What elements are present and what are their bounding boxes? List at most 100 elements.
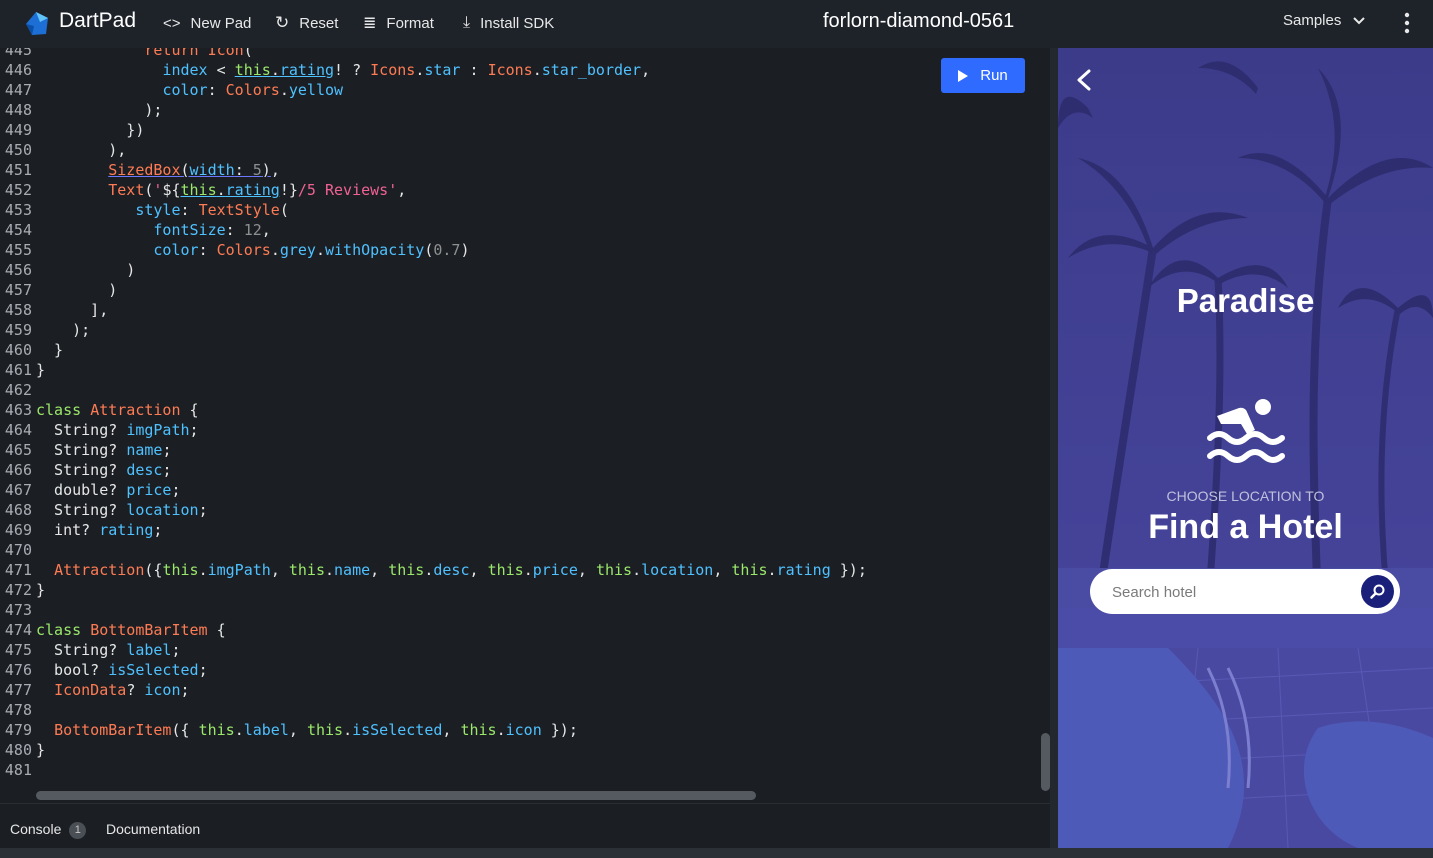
console-count-badge: 1 [69, 821, 87, 839]
code-text: Text('${this.rating!}/5 Reviews', [108, 181, 407, 199]
more-vert-icon[interactable] [1400, 10, 1414, 36]
code-line[interactable]: 481 [0, 760, 1040, 780]
line-number: 463 [4, 401, 32, 419]
code-line[interactable]: 468 String? location; [0, 500, 1040, 520]
line-number: 449 [4, 121, 32, 139]
code-line[interactable]: 449 }) [0, 120, 1040, 140]
code-text: return Icon( [144, 48, 253, 59]
line-number: 458 [4, 301, 32, 319]
documentation-tab[interactable]: Documentation [106, 821, 200, 837]
search-button[interactable] [1361, 575, 1394, 608]
subtitle: CHOOSE LOCATION TO [1166, 488, 1325, 504]
code-line[interactable]: 463 class Attraction { [0, 400, 1040, 420]
run-button[interactable]: Run [941, 58, 1025, 93]
code-line[interactable]: 470 [0, 540, 1040, 560]
line-number: 452 [4, 181, 32, 199]
code-line[interactable]: 456 ) [0, 260, 1040, 280]
code-line[interactable]: 450 ), [0, 140, 1040, 160]
code-line[interactable]: 455 color: Colors.grey.withOpacity(0.7) [0, 240, 1040, 260]
code-text: fontSize: 12, [153, 221, 271, 239]
code-line[interactable]: 447 color: Colors.yellow [0, 80, 1040, 100]
line-number: 465 [4, 441, 32, 459]
code-line[interactable]: 460 } [0, 340, 1040, 360]
line-number: 453 [4, 201, 32, 219]
samples-label: Samples [1283, 12, 1342, 29]
line-number: 473 [4, 601, 32, 619]
code-line[interactable]: 476 bool? isSelected; [0, 660, 1040, 680]
code-line[interactable]: 477 IconData? icon; [0, 680, 1040, 700]
code-line[interactable]: 464 String? imgPath; [0, 420, 1040, 440]
pad-name: forlorn-diamond-0561 [823, 10, 1015, 32]
code-line[interactable]: 478 [0, 700, 1040, 720]
code-line[interactable]: 467 double? price; [0, 480, 1040, 500]
code-text: class BottomBarItem { [36, 621, 226, 639]
line-number: 481 [4, 761, 32, 779]
play-icon [958, 69, 969, 82]
back-arrow-icon[interactable] [1074, 68, 1096, 92]
line-number: 472 [4, 581, 32, 599]
samples-dropdown[interactable]: Samples [1283, 12, 1366, 29]
status-bar [0, 848, 1433, 858]
line-number: 447 [4, 81, 32, 99]
app-preview: Paradise CHOOSE LOCATION TO Find a Hotel [1058, 48, 1433, 848]
code-text: style: TextStyle( [135, 201, 289, 219]
code-line[interactable]: 446 index < this.rating! ? Icons.star : … [0, 60, 1040, 80]
code-line[interactable]: 459 ); [0, 320, 1040, 340]
code-line[interactable]: 479 BottomBarItem({ this.label, this.isS… [0, 720, 1040, 740]
app-title: Paradise [1176, 282, 1315, 319]
code-line[interactable]: 445 return Icon( [0, 48, 1040, 60]
code-text: Attraction({this.imgPath, this.name, thi… [54, 561, 867, 579]
top-bar: DartPad <> New Pad ↻ Reset ≣ Format ⤓ In… [0, 0, 1433, 48]
refresh-icon: ↻ [275, 13, 290, 32]
code-text: index < this.rating! ? Icons.star : Icon… [162, 61, 651, 79]
line-number: 466 [4, 461, 32, 479]
code-line[interactable]: 454 fontSize: 12, [0, 220, 1040, 240]
code-line[interactable]: 471 Attraction({this.imgPath, this.name,… [0, 560, 1040, 580]
code-text: ) [36, 281, 118, 299]
code-text: ), [36, 141, 127, 159]
line-number: 477 [4, 681, 32, 699]
reset-button[interactable]: ↻ Reset [275, 12, 338, 34]
code-line[interactable]: 475 String? label; [0, 640, 1040, 660]
code-line[interactable]: 472} [0, 580, 1040, 600]
code-line[interactable]: 458 ], [0, 300, 1040, 320]
install-sdk-button[interactable]: ⤓ Install SDK [463, 12, 554, 34]
line-number: 479 [4, 721, 32, 739]
reset-label: Reset [299, 14, 339, 32]
line-number: 448 [4, 101, 32, 119]
code-editor[interactable]: 445 return Icon(446 index < this.rating!… [0, 48, 1050, 803]
code-line[interactable]: 474 class BottomBarItem { [0, 620, 1040, 640]
line-number: 445 [4, 48, 32, 59]
horizontal-scrollbar[interactable] [36, 791, 756, 800]
code-line[interactable]: 473 [0, 600, 1040, 620]
console-tab[interactable]: Console 1 [10, 821, 87, 839]
code-line[interactable]: 453 style: TextStyle( [0, 200, 1040, 220]
split-divider[interactable] [1050, 48, 1058, 848]
code-text: ); [36, 321, 91, 339]
line-number: 476 [4, 661, 32, 679]
code-line[interactable]: 448 ); [0, 100, 1040, 120]
new-pad-label: New Pad [190, 14, 252, 32]
code-text: }) [36, 121, 145, 139]
code-line[interactable]: 466 String? desc; [0, 460, 1040, 480]
code-line[interactable]: 469 int? rating; [0, 520, 1040, 540]
format-button[interactable]: ≣ Format [363, 12, 434, 34]
code-line[interactable]: 462 [0, 380, 1040, 400]
search-input[interactable] [1112, 581, 1352, 603]
chevron-down-icon [1353, 16, 1366, 24]
line-number: 446 [4, 61, 32, 79]
code-line[interactable]: 465 String? name; [0, 440, 1040, 460]
code-line[interactable]: 451 SizedBox(width: 5), [0, 160, 1040, 180]
code-text: } [36, 361, 46, 379]
code-line[interactable]: 452 Text('${this.rating!}/5 Reviews', [0, 180, 1040, 200]
code-text: String? desc; [36, 461, 172, 479]
code-text: ); [36, 101, 163, 119]
code-line[interactable]: 461} [0, 360, 1040, 380]
code-line[interactable]: 457 ) [0, 280, 1040, 300]
line-number: 450 [4, 141, 32, 159]
vertical-scrollbar[interactable] [1041, 733, 1050, 791]
code-text: color: Colors.grey.withOpacity(0.7) [153, 241, 470, 259]
code-line[interactable]: 480} [0, 740, 1040, 760]
new-pad-button[interactable]: <> New Pad [163, 12, 251, 34]
code-text: double? price; [36, 481, 181, 499]
